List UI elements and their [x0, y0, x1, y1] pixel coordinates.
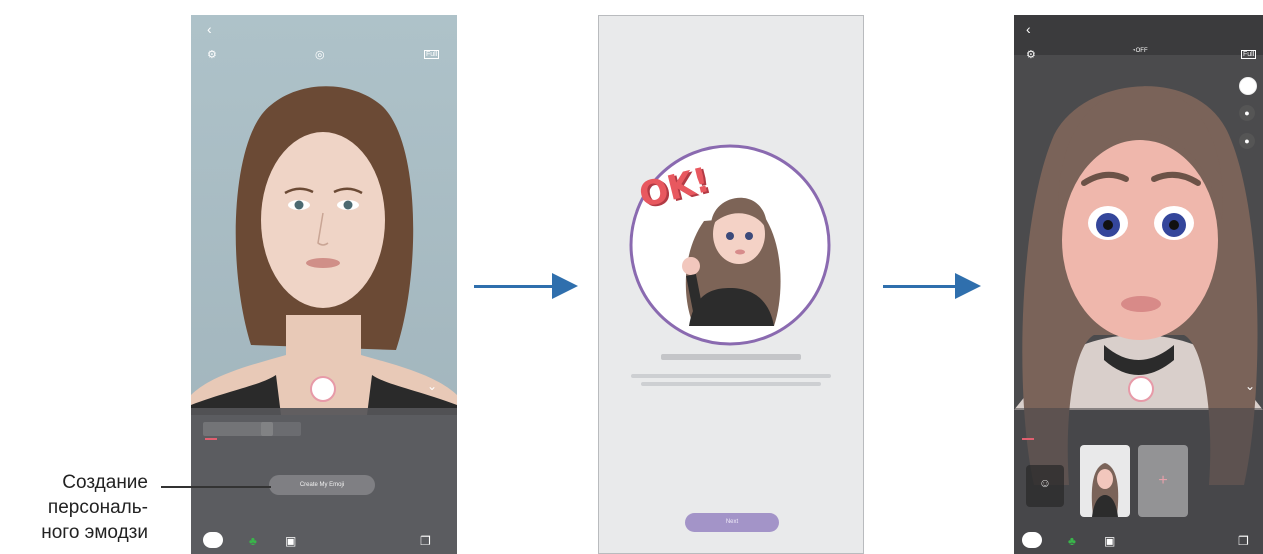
description-line-2 [641, 382, 821, 386]
back-icon[interactable]: ‹ [1026, 21, 1031, 37]
create-my-emoji-button[interactable]: Create My Emoji [269, 475, 375, 495]
avatar-icon[interactable] [1022, 532, 1042, 548]
flow-arrow-1 [474, 285, 554, 288]
flow-arrow-2-head [955, 273, 981, 299]
timer-label: OFF [1135, 48, 1148, 54]
callout-line-2: персональ- [47, 497, 148, 518]
tab-indicator [205, 438, 217, 440]
screen-ar-emoji-camera: ‹ ⚙ ◔OFF Full ● ● ⌄ ☺ + ♣ ▣ ❐ [1014, 15, 1263, 554]
record-mode-icon[interactable] [1239, 77, 1257, 95]
description-line-1 [631, 374, 831, 378]
gallery-icon[interactable]: ❐ [420, 534, 431, 548]
callout-label: Создание персональ- ного эмодзи [0, 470, 148, 545]
my-emoji-thumbnail[interactable] [1080, 445, 1130, 517]
flow-arrow-2 [883, 285, 957, 288]
chevron-down-icon[interactable]: ⌄ [1245, 379, 1255, 393]
callout-leader-line [161, 486, 271, 488]
ar-emoji-panel: ☺ + ♣ ▣ ❐ [1014, 408, 1263, 554]
callout-line-3: ного эмодзи [41, 522, 148, 543]
tab-stickers[interactable] [261, 422, 301, 436]
timer-icon[interactable]: ◔OFF [1132, 48, 1148, 54]
next-button[interactable]: Next [685, 513, 779, 532]
mode-icon[interactable]: ◎ [315, 48, 325, 61]
bottom-toolbar: ♣ ▣ ❐ [1014, 526, 1263, 554]
person-icon[interactable]: ● [1239, 105, 1255, 121]
settings-icon[interactable]: ⚙ [207, 48, 217, 61]
emoji-preview [629, 144, 831, 346]
screen-camera-face: ‹ ⚙ ◎ Full ⌄ Create My Emoji ♣ ▣ ❐ [191, 15, 457, 554]
ar-emoji-panel: Create My Emoji ♣ ▣ ❐ [191, 408, 457, 554]
shutter-button[interactable] [1128, 376, 1154, 402]
dinosaur-icon[interactable]: ♣ [1068, 534, 1076, 548]
create-emoji-tile[interactable]: ☺ [1026, 465, 1064, 507]
bottom-toolbar: ♣ ▣ ❐ [191, 526, 457, 554]
aspect-ratio-toggle[interactable]: Full [424, 50, 440, 59]
dinosaur-icon[interactable]: ♣ [249, 534, 257, 548]
tab-indicator [1022, 438, 1034, 440]
avatar-icon[interactable] [203, 532, 223, 548]
back-icon[interactable]: ‹ [207, 21, 212, 37]
gallery-icon[interactable]: ❐ [1238, 534, 1249, 548]
callout-line-1: Создание [62, 472, 148, 493]
screen-emoji-created: OK! Next [598, 15, 864, 554]
chevron-down-icon[interactable]: ⌄ [427, 379, 437, 393]
settings-icon[interactable]: ⚙ [1026, 48, 1036, 61]
flow-arrow-1-head [552, 273, 578, 299]
person-outline-icon[interactable]: ● [1239, 133, 1255, 149]
title-text-blurred [661, 354, 801, 360]
shutter-button[interactable] [310, 376, 336, 402]
add-emoji-button[interactable]: + [1138, 445, 1188, 517]
sticker-camera-icon[interactable]: ▣ [285, 534, 296, 548]
emoji-thumbnail-image [1091, 463, 1119, 517]
aspect-ratio-toggle[interactable]: Full [1241, 50, 1257, 59]
sticker-camera-icon[interactable]: ▣ [1104, 534, 1115, 548]
